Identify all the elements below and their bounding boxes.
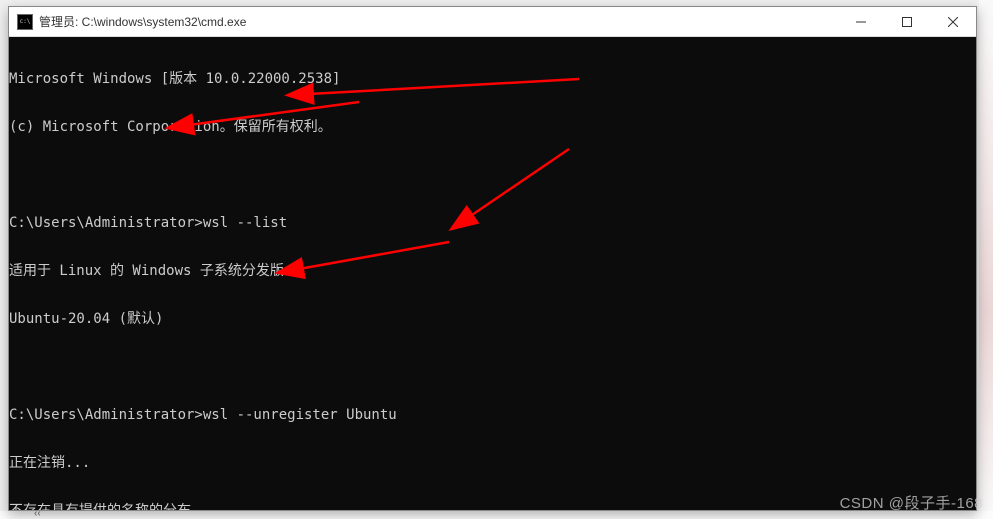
terminal-line: Ubuntu-20.04 (默认) [9, 311, 976, 327]
window-title: 管理员: C:\windows\system32\cmd.exe [39, 13, 838, 30]
cmd-icon [17, 14, 33, 30]
terminal-line: C:\Users\Administrator>wsl --list [9, 215, 976, 231]
cmd-window: 管理员: C:\windows\system32\cmd.exe Microso… [8, 6, 977, 511]
minimize-button[interactable] [838, 7, 884, 37]
window-controls [838, 7, 976, 36]
terminal-line: C:\Users\Administrator>wsl --unregister … [9, 407, 976, 423]
close-icon [948, 17, 958, 27]
terminal-line [9, 167, 976, 183]
close-button[interactable] [930, 7, 976, 37]
background-strip [979, 0, 993, 519]
terminal-line [9, 359, 976, 375]
titlebar[interactable]: 管理员: C:\windows\system32\cmd.exe [9, 7, 976, 37]
maximize-icon [902, 17, 912, 27]
terminal-line: Microsoft Windows [版本 10.0.22000.2538] [9, 71, 976, 87]
terminal-output[interactable]: Microsoft Windows [版本 10.0.22000.2538] (… [9, 37, 976, 510]
terminal-line: (c) Microsoft Corporation。保留所有权利。 [9, 119, 976, 135]
watermark: CSDN @段子手-168 [840, 492, 983, 513]
terminal-line: 正在注销... [9, 455, 976, 471]
terminal-line: 不存在具有提供的名称的分布。 [9, 503, 976, 510]
maximize-button[interactable] [884, 7, 930, 37]
terminal-line: 适用于 Linux 的 Windows 子系统分发版: [9, 263, 976, 279]
minimize-icon [856, 17, 866, 27]
